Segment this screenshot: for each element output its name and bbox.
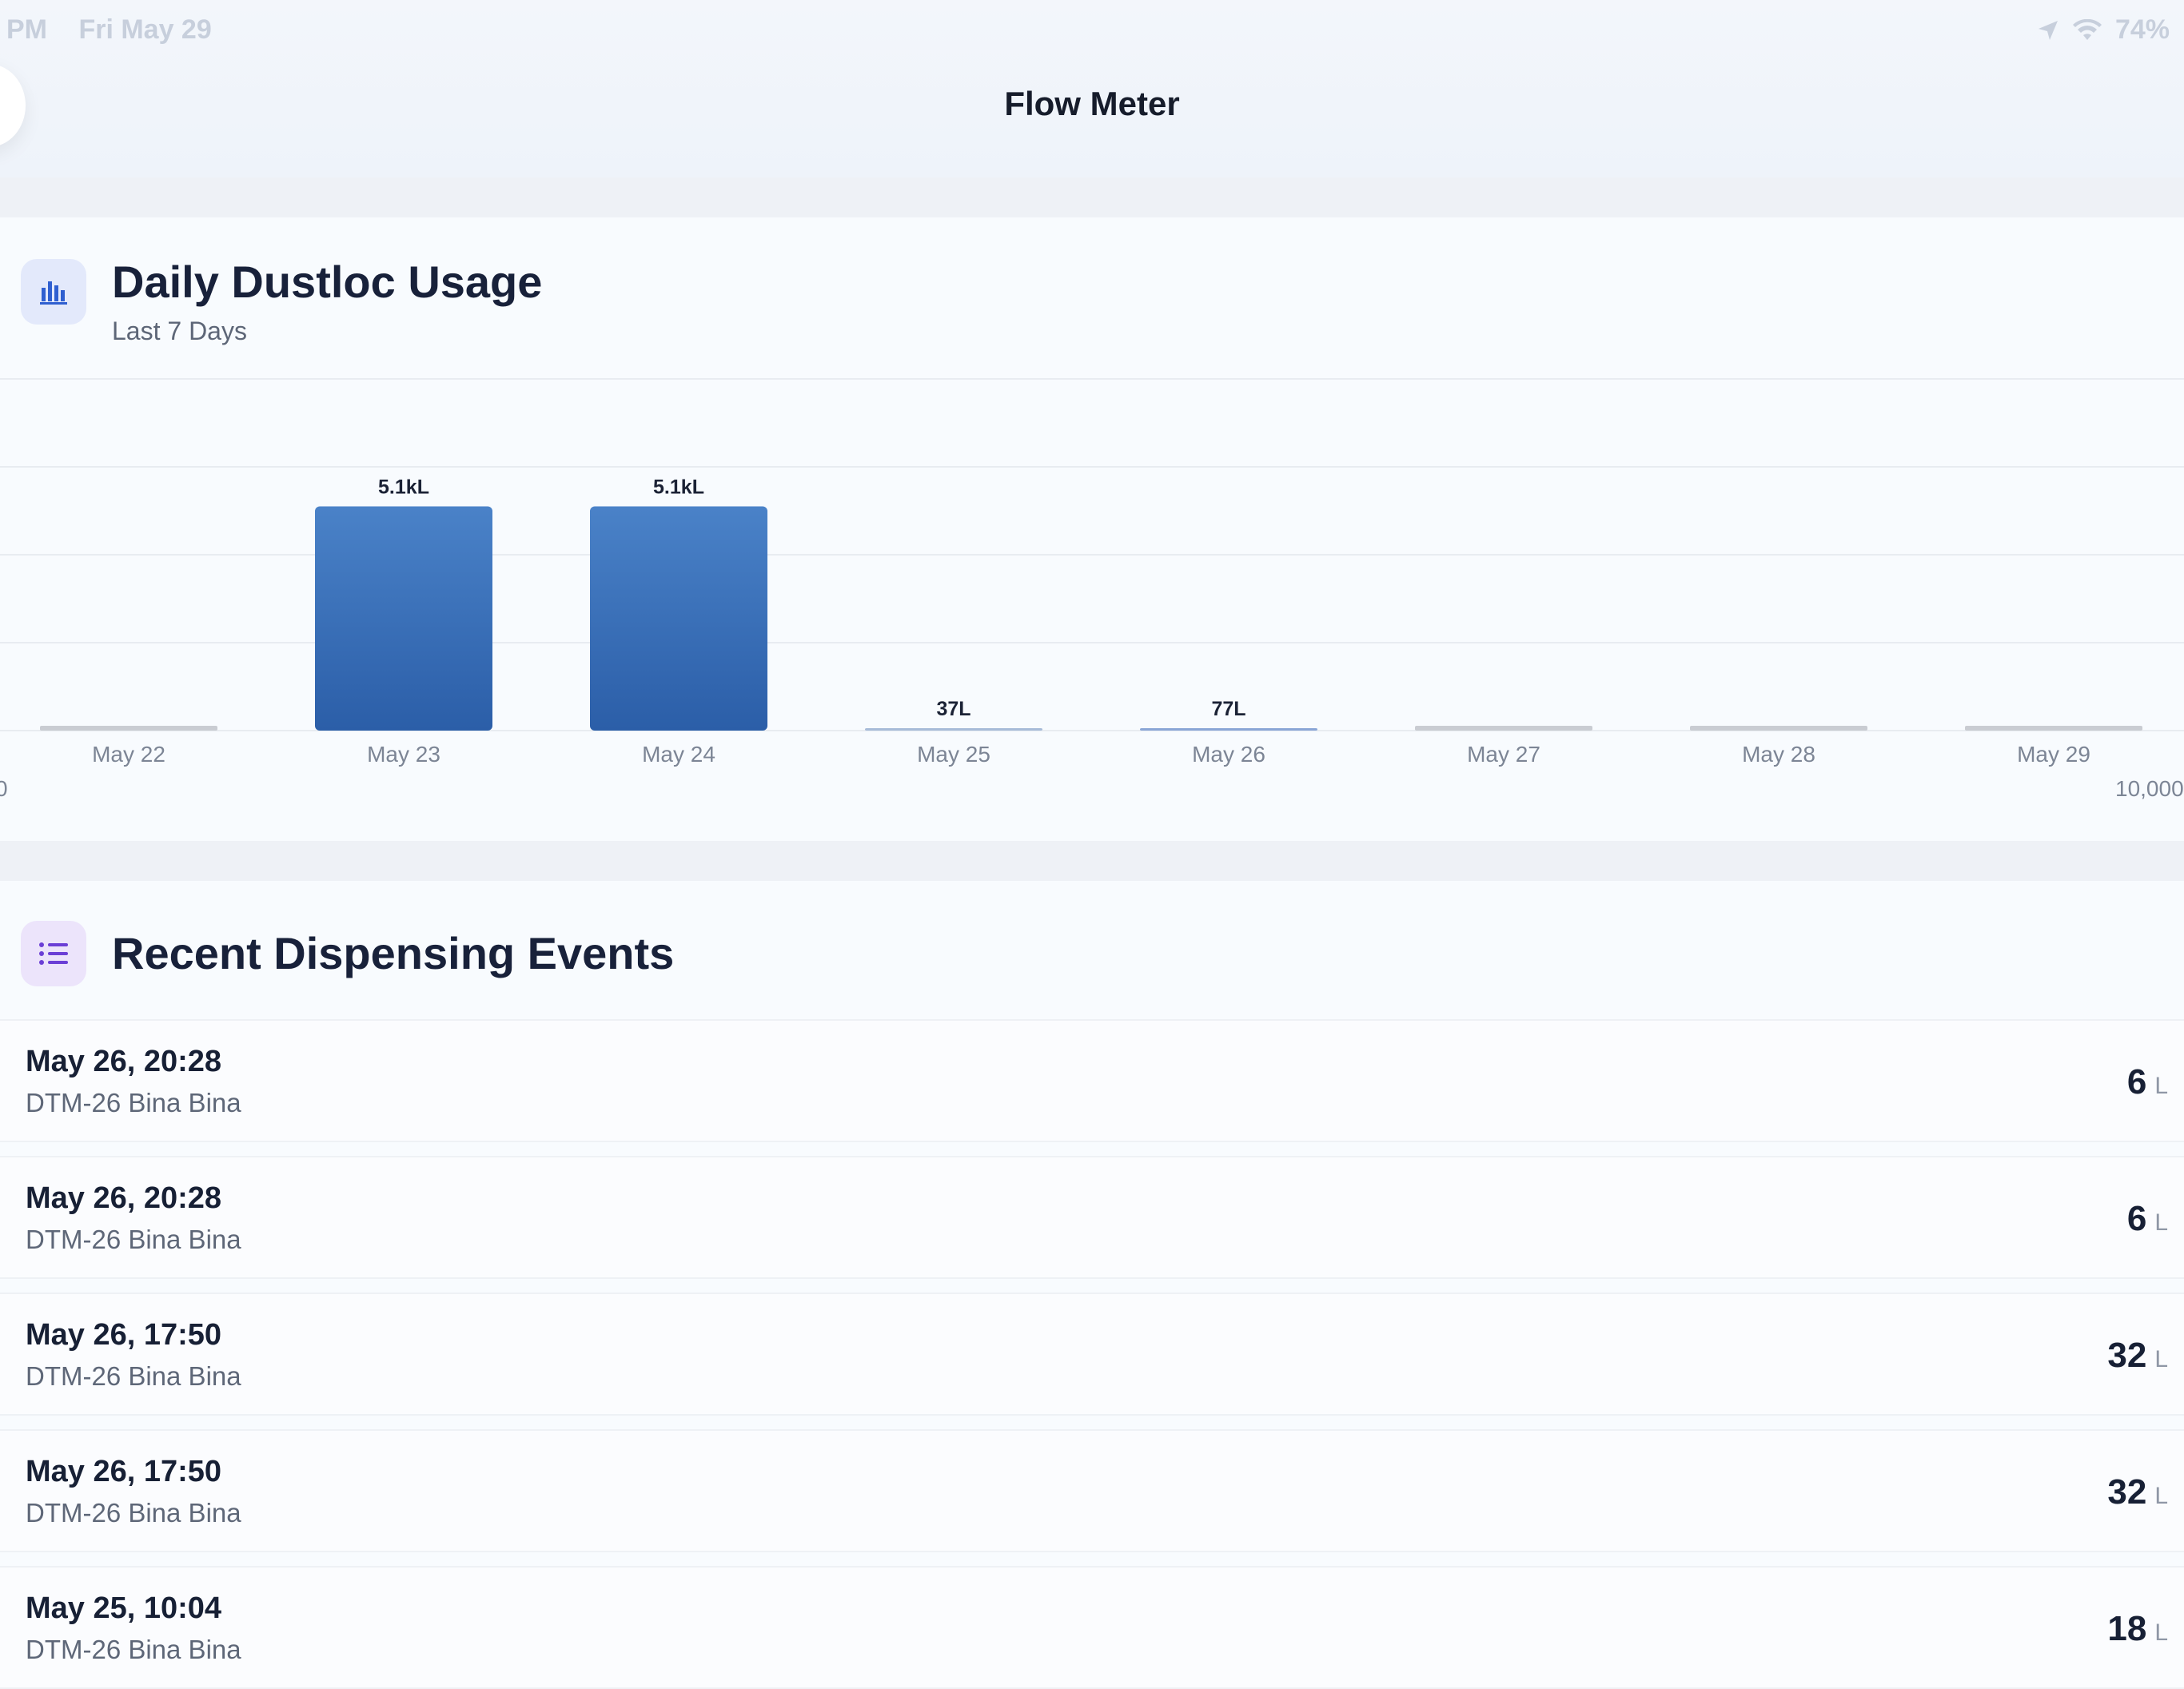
chart-data-label: 37L <box>936 698 970 720</box>
event-quantity: 32 L <box>2107 1472 2168 1512</box>
event-date: May 26, 20:28 <box>26 1045 222 1078</box>
event-amount: 32 <box>2107 1472 2147 1512</box>
chart-x-tick-label: May 22 <box>92 742 165 767</box>
chart-x-tick-label: May 24 <box>642 742 715 767</box>
chart-data-label: 5.1kL <box>378 476 429 499</box>
event-date: May 25, 10:04 <box>26 1591 222 1625</box>
list-icon <box>21 921 86 986</box>
event-location: DTM-26 Bina Bina <box>26 1361 241 1391</box>
event-date: May 26, 17:50 <box>26 1455 222 1488</box>
event-unit: L <box>2154 1619 2168 1646</box>
events-card-title: Recent Dispensing Events <box>112 928 675 978</box>
event-location: DTM-26 Bina Bina <box>26 1225 241 1254</box>
event-quantity: 6L <box>2127 1062 2168 1102</box>
event-amount: 6 <box>2126 1062 2147 1101</box>
event-amount: 32 <box>2107 1336 2147 1375</box>
event-quantity: 32 L <box>2107 1336 2168 1376</box>
usage-bar-chart: May 22 5.1kL May 23 5.1kL May 24 37L May 25 77L… <box>0 378 2184 801</box>
chart-x-tick-label: May 28 <box>1742 742 1815 767</box>
chart-bar <box>1415 726 1592 731</box>
event-date: May 26, 20:28 <box>26 1181 222 1215</box>
event-unit: L <box>2154 1073 2168 1099</box>
chart-x-tick-label: May 26 <box>1192 742 1265 767</box>
event-row[interactable]: May 26, 20:28 DTM-26 Bina Bina 6L <box>0 1019 2184 1142</box>
event-quantity: 18 L <box>2107 1609 2168 1649</box>
chart-data-label: 77L <box>1211 698 1245 720</box>
chart-axis-max-label: 10,000 <box>2115 776 2184 801</box>
chart-axis-min-label: 0 <box>0 776 8 801</box>
event-quantity: 6L <box>2127 1199 2168 1239</box>
event-location: DTM-26 Bina Bina <box>26 1635 241 1664</box>
event-unit: L <box>2154 1346 2168 1372</box>
chart-bar <box>1965 726 2142 731</box>
chart-x-tick-label: May 23 <box>367 742 440 767</box>
event-amount: 6 <box>2126 1199 2147 1238</box>
event-row[interactable]: May 25, 10:04 DTM-26 Bina Bina 18 L <box>0 1566 2184 1689</box>
event-unit: L <box>2154 1209 2168 1236</box>
event-location: DTM-26 Bina Bina <box>26 1088 241 1117</box>
event-row[interactable]: May 26, 20:28 DTM-26 Bina Bina 6L <box>0 1156 2184 1279</box>
chart-bar <box>590 506 767 731</box>
event-amount: 18 <box>2107 1609 2147 1648</box>
chart-data-label: 5.1kL <box>653 476 704 499</box>
event-date: May 26, 17:50 <box>26 1318 222 1352</box>
chart-x-tick-label: May 25 <box>917 742 990 767</box>
chart-x-tick-label: May 27 <box>1467 742 1540 767</box>
chart-bar <box>40 726 217 731</box>
event-row[interactable]: May 26, 17:50 DTM-26 Bina Bina 32 L <box>0 1429 2184 1552</box>
chart-bar <box>865 728 1042 731</box>
chart-bar <box>1140 728 1317 731</box>
event-location: DTM-26 Bina Bina <box>26 1498 241 1528</box>
chart-x-tick-label: May 29 <box>2017 742 2090 767</box>
event-row[interactable]: May 26, 17:50 DTM-26 Bina Bina 32 L <box>0 1293 2184 1416</box>
chart-bar <box>1690 726 1867 731</box>
chart-bar <box>315 506 492 731</box>
event-unit: L <box>2154 1483 2168 1509</box>
